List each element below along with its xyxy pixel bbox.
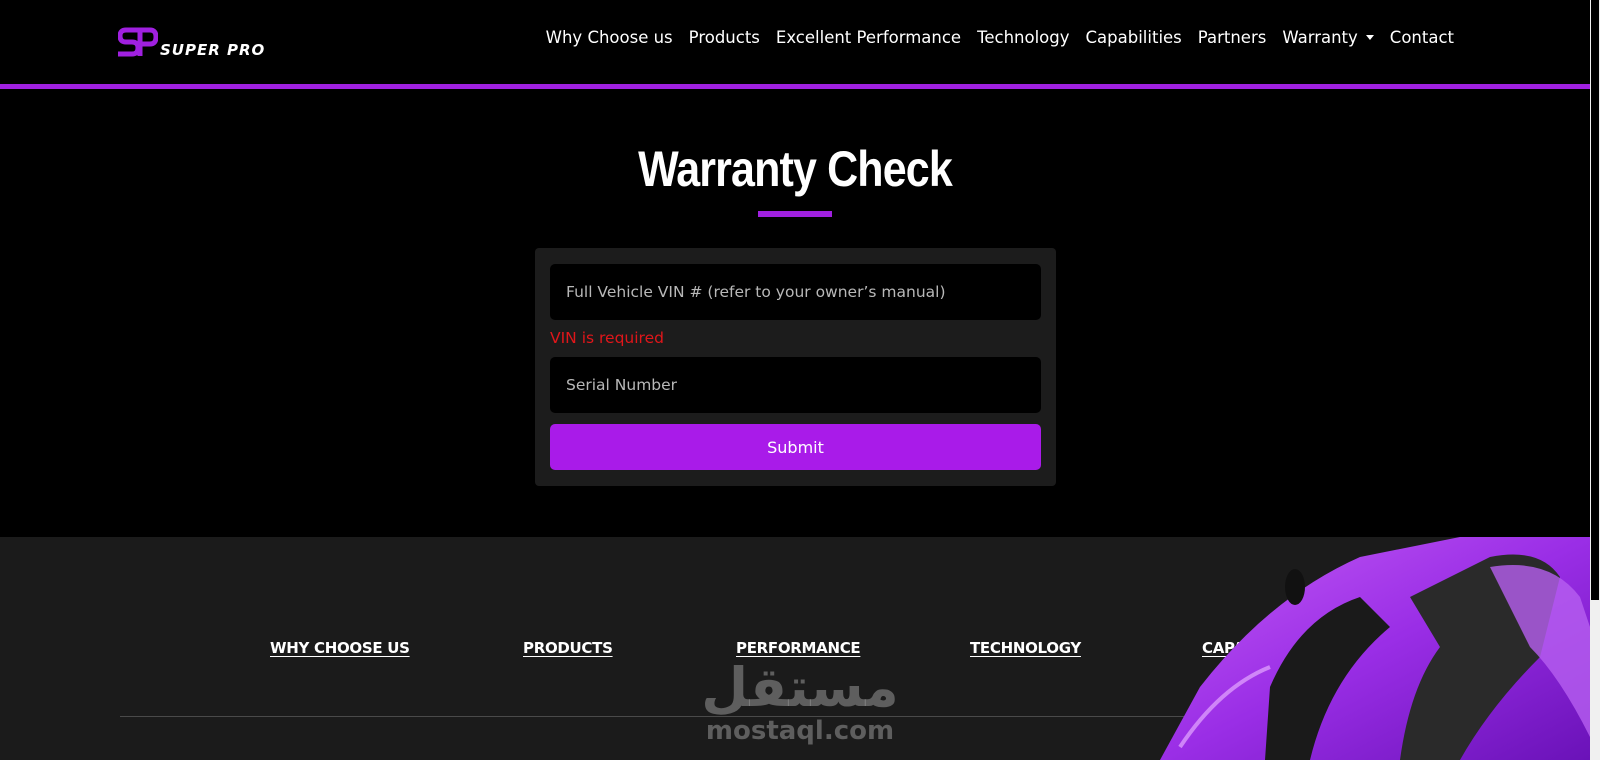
footer-link-products[interactable]: PRODUCTS (523, 639, 613, 657)
footer-link-technology[interactable]: TECHNOLOGY (970, 639, 1081, 657)
main-nav: Why Choose us Products Excellent Perform… (546, 28, 1454, 47)
scrollbar[interactable] (1590, 0, 1600, 760)
nav-excellent-performance[interactable]: Excellent Performance (776, 28, 961, 47)
vin-input[interactable] (550, 264, 1041, 320)
car-image (1160, 537, 1590, 760)
nav-products[interactable]: Products (689, 28, 760, 47)
footer-link-why-choose-us[interactable]: WHY CHOOSE US (270, 639, 410, 657)
nav-technology[interactable]: Technology (977, 28, 1069, 47)
nav-why-choose-us[interactable]: Why Choose us (546, 28, 673, 47)
nav-capabilities[interactable]: Capabilities (1086, 28, 1182, 47)
page-title: Warranty Check (638, 141, 953, 197)
dropdown-caret-icon (1365, 35, 1374, 40)
title-underline (758, 211, 832, 217)
nav-partners[interactable]: Partners (1198, 28, 1267, 47)
header-divider (0, 84, 1590, 89)
warranty-form: VIN is required Submit (535, 248, 1056, 486)
super-pro-logo-icon (118, 27, 158, 57)
vin-error-message: VIN is required (550, 329, 664, 347)
logo-text: SUPER PRO (160, 41, 266, 59)
logo[interactable]: SUPER PRO (118, 22, 265, 60)
footer-link-performance[interactable]: PERFORMANCE (736, 639, 861, 657)
submit-button[interactable]: Submit (550, 424, 1041, 470)
nav-warranty-dropdown[interactable]: Warranty (1282, 28, 1374, 47)
nav-warranty-label: Warranty (1282, 28, 1358, 47)
site-header: SUPER PRO Why Choose us Products Excelle… (0, 0, 1590, 84)
scrollbar-thumb[interactable] (1591, 0, 1599, 600)
nav-contact[interactable]: Contact (1390, 28, 1454, 47)
serial-number-input[interactable] (550, 357, 1041, 413)
